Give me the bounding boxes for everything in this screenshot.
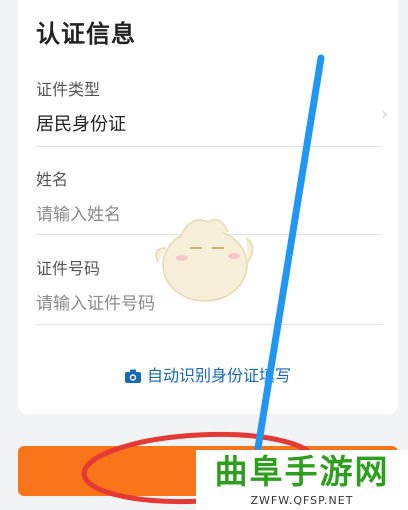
card-title: 认证信息 [36, 20, 136, 48]
camera-icon [124, 369, 141, 383]
divider [36, 146, 382, 147]
ocr-autofill-label: 自动识别身份证填写 [146, 366, 291, 385]
ocr-autofill-link[interactable]: 自动识别身份证填写 [18, 362, 398, 386]
watermark-title: 曲阜手游网 [214, 452, 390, 491]
watermark-url: ZWFW.QFSP.NET [250, 494, 354, 507]
site-watermark: 曲阜手游网 ZWFW.QFSP.NET [196, 450, 408, 510]
name-label: 姓名 [36, 170, 69, 189]
chevron-right-icon[interactable]: › [382, 104, 388, 123]
id-type-field[interactable]: 证件类型 居民身份证 [36, 76, 382, 136]
id-type-label: 证件类型 [36, 80, 101, 99]
mascot-watermark [155, 218, 254, 302]
id-type-value[interactable]: 居民身份证 [36, 110, 382, 136]
divider [36, 324, 382, 325]
auth-info-card: 认证信息 证件类型 居民身份证 › 姓名 请输入姓名 证件号码 请输入证件号码 … [18, 0, 398, 414]
